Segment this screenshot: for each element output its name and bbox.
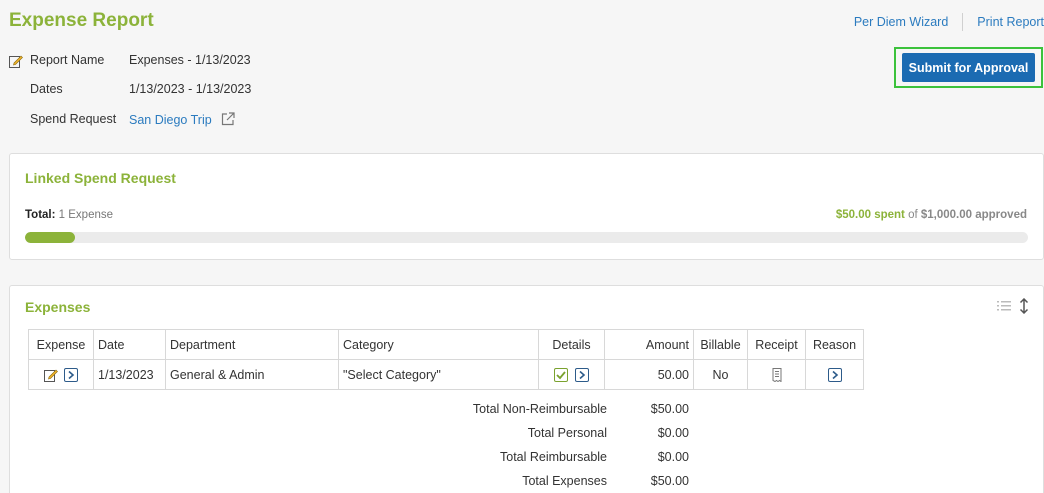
col-details[interactable]: Details xyxy=(538,329,605,360)
expense-actions-cell xyxy=(28,359,94,390)
table-header-row: Expense Date Department Category Details… xyxy=(28,329,864,360)
dates-value: 1/13/2023 - 1/13/2023 xyxy=(129,82,252,96)
col-date[interactable]: Date xyxy=(93,329,166,360)
total-personal-value: $0.00 xyxy=(657,426,689,440)
spend-request-label: Spend Request xyxy=(30,112,117,126)
expense-billable: No xyxy=(693,359,748,390)
print-report-link[interactable]: Print Report xyxy=(977,15,1044,29)
total-expenses-label: Total Expenses xyxy=(522,474,607,488)
of-text: of xyxy=(908,209,918,221)
submit-highlight: Submit for Approval xyxy=(894,47,1043,88)
edit-icon[interactable] xyxy=(43,368,58,382)
expense-date: 1/13/2023 xyxy=(93,359,166,390)
expense-amount: 50.00 xyxy=(604,359,694,390)
total-personal-label: Total Personal xyxy=(527,426,607,440)
details-cell xyxy=(538,359,605,390)
col-reason[interactable]: Reason xyxy=(805,329,864,360)
edit-icon[interactable] xyxy=(9,54,23,68)
reason-arrow-icon[interactable] xyxy=(827,367,842,382)
expenses-title: Expenses xyxy=(25,299,91,315)
total-reimbursable-label: Total Reimbursable xyxy=(500,450,607,464)
external-link-icon[interactable] xyxy=(221,112,235,126)
expenses-tools xyxy=(997,298,1029,314)
report-name-label: Report Name xyxy=(30,53,105,67)
col-category[interactable]: Category xyxy=(338,329,539,360)
linked-total: Total: 1 Expense xyxy=(25,209,113,221)
details-arrow-icon[interactable] xyxy=(574,367,589,382)
col-department[interactable]: Department xyxy=(165,329,339,360)
linked-spend-request-panel: Linked Spend Request Total: 1 Expense $5… xyxy=(9,153,1044,260)
expenses-panel: Expenses Expense Date Department Categor… xyxy=(9,285,1044,493)
page-title: Expense Report xyxy=(9,10,154,31)
total-reimbursable-value: $0.00 xyxy=(657,450,689,464)
expenses-table: Expense Date Department Category Details… xyxy=(28,329,864,390)
total-non-reimbursable-label: Total Non-Reimbursable xyxy=(472,402,607,416)
sort-icon[interactable] xyxy=(1019,298,1029,314)
link-divider xyxy=(962,13,964,31)
approved-amount: $1,000.00 approved xyxy=(920,209,1027,221)
expense-department: General & Admin xyxy=(165,359,339,390)
spend-progress-bar xyxy=(25,232,1028,243)
total-non-reimbursable-value: $50.00 xyxy=(650,402,689,416)
spend-request-value-wrap: San Diego Trip xyxy=(129,112,235,127)
reason-cell xyxy=(805,359,864,390)
col-expense[interactable]: Expense xyxy=(28,329,94,360)
spend-request-link[interactable]: San Diego Trip xyxy=(129,113,212,127)
total-value: 1 Expense xyxy=(58,209,114,221)
spend-progress-fill xyxy=(25,232,76,243)
report-name-value: Expenses - 1/13/2023 xyxy=(129,53,251,67)
expand-arrow-icon[interactable] xyxy=(64,367,79,382)
col-billable[interactable]: Billable xyxy=(693,329,748,360)
col-receipt[interactable]: Receipt xyxy=(747,329,806,360)
submit-for-approval-button[interactable]: Submit for Approval xyxy=(902,53,1035,82)
table-row: 1/13/2023 General & Admin "Select Catego… xyxy=(28,359,864,390)
spent-amount: $50.00 spent xyxy=(835,209,905,221)
receipt-cell xyxy=(747,359,806,390)
per-diem-wizard-link[interactable]: Per Diem Wizard xyxy=(854,15,948,29)
total-label: Total: xyxy=(25,209,56,221)
checkbox-checked-icon[interactable] xyxy=(554,367,569,382)
list-view-icon[interactable] xyxy=(997,300,1011,312)
receipt-icon[interactable] xyxy=(770,367,784,382)
total-expenses-value: $50.00 xyxy=(650,474,689,488)
linked-spent-summary: $50.00 spent of $1,000.00 approved xyxy=(836,209,1027,221)
col-amount[interactable]: Amount xyxy=(604,329,694,360)
dates-label: Dates xyxy=(30,82,63,96)
top-links: Per Diem Wizard Print Report xyxy=(854,13,1044,31)
expense-category[interactable]: "Select Category" xyxy=(338,359,539,390)
linked-spend-request-title: Linked Spend Request xyxy=(25,170,176,186)
